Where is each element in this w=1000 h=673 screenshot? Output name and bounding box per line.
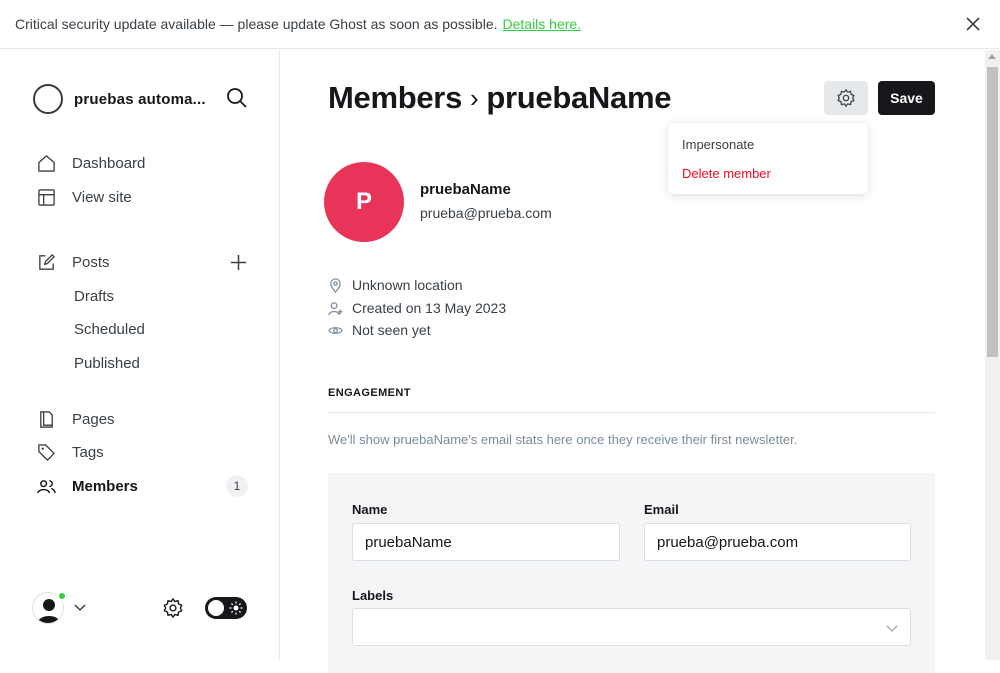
member-created: Created on 13 May 2023	[328, 300, 506, 316]
page-icon	[40, 410, 53, 428]
dark-mode-toggle[interactable]	[205, 597, 247, 619]
site-logo	[33, 84, 63, 114]
sidebar: pruebas automa... Dashboard View site Po…	[0, 50, 280, 660]
gear-icon[interactable]	[162, 597, 184, 619]
sidebar-item-posts[interactable]: Posts	[37, 250, 110, 274]
sidebar-item-label: Tags	[72, 443, 104, 461]
created-text: Created on 13 May 2023	[352, 300, 507, 316]
sidebar-item-label: Dashboard	[72, 154, 146, 172]
site-brand[interactable]: pruebas automa...	[33, 84, 206, 114]
member-form: Name Email Labels	[328, 473, 935, 673]
gear-icon	[837, 89, 855, 107]
member-name: pruebaName	[420, 181, 511, 198]
close-icon[interactable]	[964, 15, 982, 33]
search-icon[interactable]	[226, 87, 248, 109]
page-title: Members › pruebaName	[328, 80, 671, 116]
email-label: Email	[644, 502, 679, 517]
plus-icon[interactable]	[229, 253, 248, 272]
toggle-knob	[208, 600, 224, 616]
sidebar-item-members[interactable]: Members	[37, 474, 138, 498]
home-icon	[38, 154, 55, 172]
sidebar-item-dashboard[interactable]: Dashboard	[37, 151, 145, 175]
sidebar-item-view-site[interactable]: View site	[37, 185, 132, 209]
users-icon	[37, 479, 56, 493]
sidebar-item-label: Members	[72, 477, 138, 495]
pencil-square-icon	[39, 253, 55, 270]
breadcrumb-separator: ›	[470, 82, 479, 113]
breadcrumb-members-link[interactable]: Members	[328, 80, 462, 116]
sidebar-item-published[interactable]: Published	[74, 355, 140, 372]
sun-icon	[229, 601, 243, 615]
chevron-down-icon	[886, 625, 898, 632]
member-last-seen: Not seen yet	[328, 322, 431, 338]
site-name: pruebas automa...	[74, 90, 206, 108]
members-count-badge: 1	[226, 475, 248, 497]
eye-icon	[328, 326, 343, 334]
main-content: Members › pruebaName Save Impersonate De…	[280, 50, 985, 673]
engagement-heading: ENGAGEMENT	[328, 387, 411, 399]
sidebar-item-scheduled[interactable]: Scheduled	[74, 321, 145, 338]
sidebar-item-label: Posts	[72, 253, 110, 271]
last-seen-text: Not seen yet	[352, 322, 431, 338]
labels-label: Labels	[352, 588, 394, 603]
online-status-dot	[57, 591, 67, 601]
scrollbar[interactable]	[985, 50, 1000, 660]
sidebar-item-label: View site	[72, 188, 132, 206]
user-add-icon	[328, 301, 343, 315]
section-divider	[328, 412, 935, 413]
breadcrumb-current: pruebaName	[486, 80, 672, 115]
impersonate-menu-item[interactable]: Impersonate	[668, 137, 868, 166]
browser-icon	[38, 188, 55, 206]
chevron-down-icon[interactable]	[74, 601, 86, 613]
member-email: prueba@prueba.com	[420, 205, 552, 221]
member-avatar: P	[324, 162, 404, 242]
banner-details-link[interactable]: Details here.	[503, 16, 582, 32]
name-label: Name	[352, 502, 388, 517]
sidebar-item-tags[interactable]: Tags	[37, 440, 104, 464]
member-settings-button[interactable]	[824, 81, 868, 115]
delete-member-menu-item[interactable]: Delete member	[668, 166, 868, 195]
member-actions-dropdown: Impersonate Delete member	[668, 123, 868, 194]
labels-select[interactable]	[352, 608, 911, 646]
scrollbar-thumb[interactable]	[987, 67, 998, 357]
update-banner: Critical security update available — ple…	[0, 0, 1000, 49]
member-location: Unknown location	[328, 277, 463, 293]
sidebar-item-drafts[interactable]: Drafts	[74, 288, 114, 305]
engagement-hint: We'll show pruebaName's email stats here…	[328, 432, 798, 447]
name-field[interactable]	[352, 523, 620, 561]
location-pin-icon	[330, 277, 341, 293]
email-field[interactable]	[644, 523, 911, 561]
sidebar-item-label: Pages	[72, 410, 115, 428]
tag-icon	[38, 443, 55, 461]
save-button[interactable]: Save	[878, 81, 935, 115]
banner-text: Critical security update available — ple…	[15, 16, 498, 32]
scroll-up-arrow[interactable]	[988, 54, 996, 59]
sidebar-item-pages[interactable]: Pages	[37, 407, 115, 431]
location-text: Unknown location	[352, 277, 463, 293]
